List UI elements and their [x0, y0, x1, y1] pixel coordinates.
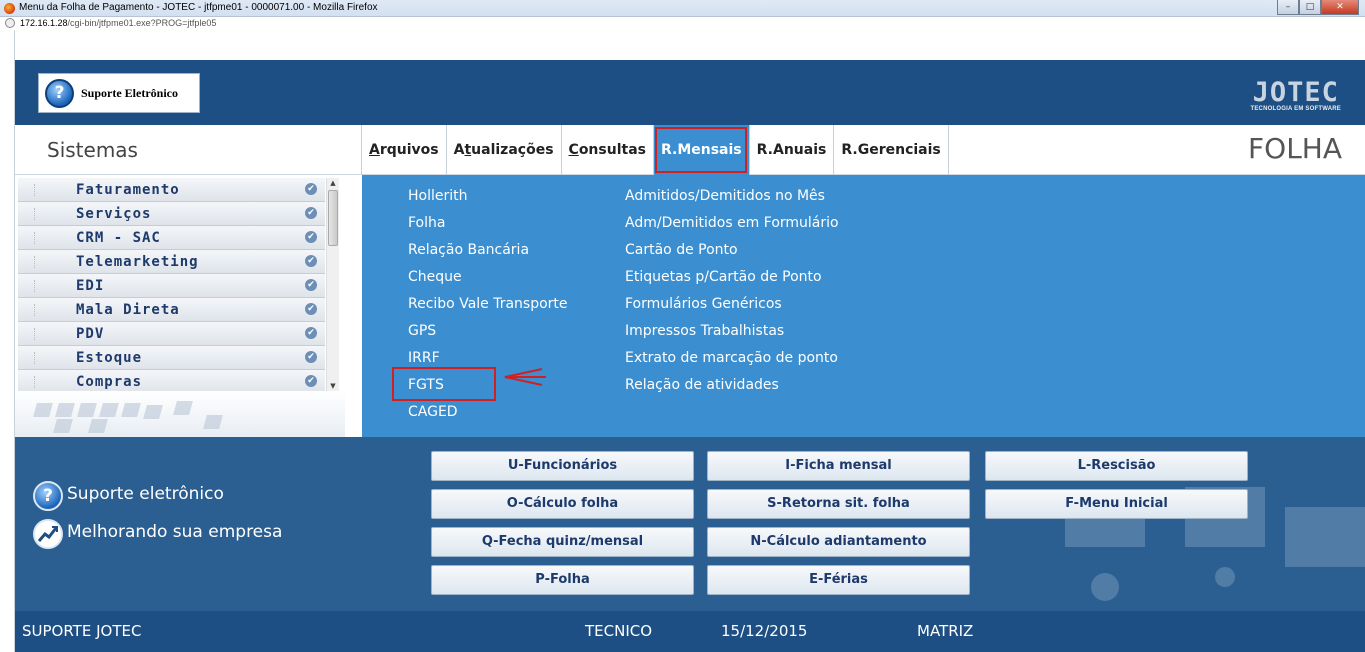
support-label: Suporte Eletrônico: [81, 86, 178, 100]
left-frame-edge: [0, 30, 15, 652]
improve-info-text: Melhorando sua empresa: [67, 522, 283, 542]
status-branch: MATRIZ: [917, 622, 974, 640]
sidebar-item-crm-sac[interactable]: CRM - SAC ✔: [18, 226, 325, 250]
check-icon: ✔: [305, 183, 317, 195]
check-icon: ✔: [305, 351, 317, 363]
menu-r-mensais[interactable]: R.Mensais: [652, 125, 749, 175]
sidebar-decoration: [15, 391, 345, 437]
menu-atualizacoes[interactable]: At ualizações: [445, 125, 561, 175]
menu-option-hollerith[interactable]: Hollerith: [408, 183, 568, 210]
sidebar-item-mala-direta[interactable]: Mala Direta ✔: [18, 298, 325, 322]
menu-option-adm-demitidos-formulario[interactable]: Adm/Demitidos em Formulário: [625, 210, 839, 237]
r-mensais-dropdown: Hollerith Folha Relação Bancária Cheque …: [362, 175, 1365, 437]
firefox-icon: [4, 3, 15, 14]
address-bar[interactable]: 172.16.1.28/cgi-bin/jtfpme01.exe?PROG=jt…: [0, 16, 1365, 30]
check-icon: ✔: [305, 327, 317, 339]
grip-handle: [34, 256, 36, 268]
retorna-sit-folha-button[interactable]: S-Retorna sit. folha: [707, 489, 970, 519]
rescisao-button[interactable]: L-Rescisão: [985, 451, 1248, 481]
grip-handle: [34, 184, 36, 196]
status-bar: SUPORTE JOTEC TECNICO 15/12/2015 MATRIZ: [15, 611, 1365, 652]
check-icon: ✔: [305, 279, 317, 291]
logo-tagline: TECNOLOGIA EM SOFTWARE: [1250, 106, 1341, 112]
menu-option-cheque[interactable]: Cheque: [408, 264, 568, 291]
menu-option-etiquetas-cartao-ponto[interactable]: Etiquetas p/Cartão de Ponto: [625, 264, 839, 291]
logo-text: JOTEC: [1252, 77, 1339, 108]
grip-handle: [34, 232, 36, 244]
bottom-panel: ? Suporte eletrônico Melhorando sua empr…: [15, 437, 1365, 611]
dropdown-column-2: Admitidos/Demitidos no Mês Adm/Demitidos…: [625, 183, 839, 399]
menu-arquivos[interactable]: Arquivos: [361, 125, 446, 175]
menu-option-caged[interactable]: CAGED: [408, 399, 568, 426]
sidebar-item-faturamento[interactable]: Faturamento ✔: [18, 178, 325, 202]
window-title: Menu da Folha de Pagamento - JOTEC - jtf…: [19, 2, 378, 13]
menu-option-recibo-vale-transporte[interactable]: Recibo Vale Transporte: [408, 291, 568, 318]
check-icon: ✔: [305, 231, 317, 243]
menu-option-cartao-de-ponto[interactable]: Cartão de Ponto: [625, 237, 839, 264]
support-info-text: Suporte eletrônico: [67, 484, 224, 504]
fecha-quinz-mensal-button[interactable]: Q-Fecha quinz/mensal: [431, 527, 694, 557]
menu-option-relacao-atividades[interactable]: Relação de atividades: [625, 372, 839, 399]
check-icon: ✔: [305, 207, 317, 219]
grip-handle: [34, 376, 36, 388]
url-text[interactable]: 172.16.1.28/cgi-bin/jtfpme01.exe?PROG=jt…: [20, 18, 216, 29]
grip-handle: [34, 304, 36, 316]
sidebar-scrollbar[interactable]: ▲ ▼: [326, 178, 339, 391]
menu-option-admitidos-demitidos[interactable]: Admitidos/Demitidos no Mês: [625, 183, 839, 210]
grip-handle: [34, 280, 36, 292]
support-button[interactable]: ? Suporte Eletrônico: [38, 73, 200, 113]
site-identity-icon[interactable]: [5, 18, 15, 28]
scroll-down-icon[interactable]: ▼: [327, 381, 339, 391]
close-button[interactable]: ✕: [1321, 0, 1359, 15]
fgts-highlight-box: [392, 367, 496, 401]
calculo-adiantamento-button[interactable]: N-Cálculo adiantamento: [707, 527, 970, 557]
check-icon: ✔: [305, 375, 317, 387]
status-date: 15/12/2015: [721, 622, 808, 640]
module-title: FOLHA: [1248, 132, 1342, 165]
menu-option-formularios-genericos[interactable]: Formulários Genéricos: [625, 291, 839, 318]
systems-sidebar: Faturamento ✔ Serviços ✔ CRM - SAC ✔ Telema…: [15, 175, 345, 437]
calculo-folha-button[interactable]: O-Cálculo folha: [431, 489, 694, 519]
help-icon: ?: [45, 79, 74, 108]
menu-option-gps[interactable]: GPS: [408, 318, 568, 345]
menu-r-gerenciais[interactable]: R.Gerenciais: [833, 125, 949, 175]
check-icon: ✔: [305, 255, 317, 267]
menu-option-relacao-bancaria[interactable]: Relação Bancária: [408, 237, 568, 264]
help-icon: ?: [33, 481, 63, 511]
scroll-up-icon[interactable]: ▲: [327, 178, 339, 188]
sistemas-title: Sistemas: [47, 138, 138, 162]
menu-option-extrato-marcacao-ponto[interactable]: Extrato de marcação de ponto: [625, 345, 839, 372]
funcionarios-button[interactable]: U-Funcionários: [431, 451, 694, 481]
systems-list: Faturamento ✔ Serviços ✔ CRM - SAC ✔ Telema…: [18, 178, 325, 394]
p-folha-button[interactable]: P-Folha: [431, 565, 694, 595]
menu-consultas[interactable]: Consultas: [560, 125, 653, 175]
sidebar-item-estoque[interactable]: Estoque ✔: [18, 346, 325, 370]
status-user: TECNICO: [585, 622, 653, 640]
check-icon: ✔: [305, 303, 317, 315]
maximize-button[interactable]: □: [1299, 0, 1321, 15]
menu-option-impressos-trabalhistas[interactable]: Impressos Trabalhistas: [625, 318, 839, 345]
grip-handle: [34, 352, 36, 364]
sidebar-item-telemarketing[interactable]: Telemarketing ✔: [18, 250, 325, 274]
menu-inicial-button[interactable]: F-Menu Inicial: [985, 489, 1248, 519]
sidebar-item-servicos[interactable]: Serviços ✔: [18, 202, 325, 226]
status-user-group: SUPORTE JOTEC: [22, 622, 142, 640]
sidebar-item-edi[interactable]: EDI ✔: [18, 274, 325, 298]
sidebar-item-pdv[interactable]: PDV ✔: [18, 322, 325, 346]
menu-option-folha[interactable]: Folha: [408, 210, 568, 237]
menu-row: Sistemas Arquivos At ualizações Consultas…: [15, 125, 1365, 175]
grip-handle: [34, 208, 36, 220]
main-menu: Arquivos At ualizações Consultas R.Mensai…: [361, 125, 949, 175]
ficha-mensal-button[interactable]: I-Ficha mensal: [707, 451, 970, 481]
ferias-button[interactable]: E-Férias: [707, 565, 970, 595]
app-header: ? Suporte Eletrônico JOTEC TECNOLOGIA EM…: [15, 60, 1365, 125]
menu-r-anuais[interactable]: R.Anuais: [748, 125, 834, 175]
window-controls: – □ ✕: [1277, 0, 1359, 15]
jotec-logo: JOTEC TECNOLOGIA EM SOFTWARE: [1250, 77, 1341, 112]
growth-chart-icon: [33, 519, 63, 549]
scroll-thumb[interactable]: [328, 190, 338, 246]
annotation-arrow-icon: [504, 368, 546, 386]
grip-handle: [34, 328, 36, 340]
minimize-button[interactable]: –: [1277, 0, 1299, 15]
